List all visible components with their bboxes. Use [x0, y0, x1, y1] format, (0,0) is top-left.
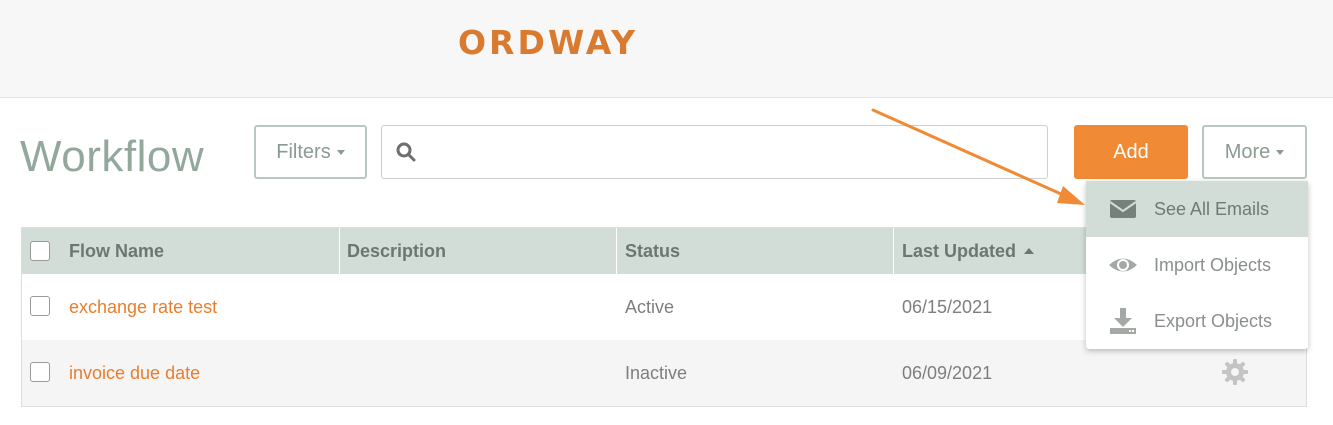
column-divider [616, 228, 617, 274]
menu-item-see-all-emails[interactable]: See All Emails [1086, 181, 1308, 237]
more-label: More [1224, 140, 1271, 163]
last-updated-cell: 06/15/2021 [902, 296, 993, 317]
ordway-logo[interactable]: ORDWAY [458, 22, 638, 62]
column-header-status[interactable]: Status [625, 228, 680, 274]
flow-name-link[interactable]: invoice due date [69, 340, 200, 406]
more-dropdown-menu: See All Emails Import Objects Export Obj… [1086, 181, 1308, 349]
menu-item-import-objects[interactable]: Import Objects [1086, 237, 1308, 293]
column-header-description[interactable]: Description [347, 228, 446, 274]
column-divider [339, 228, 340, 274]
table-row[interactable]: invoice due date Inactive 06/09/2021 [22, 340, 1306, 406]
more-button[interactable]: More [1202, 125, 1307, 179]
column-header-last-updated-label: Last Updated [902, 240, 1017, 261]
add-label: Add [1113, 140, 1149, 163]
status-cell: Active [625, 296, 675, 317]
select-all-checkbox[interactable] [30, 241, 50, 261]
logo-text: ORDWAY [458, 22, 639, 62]
search-icon [396, 142, 416, 162]
caret-down-icon [336, 149, 345, 155]
menu-item-export-objects[interactable]: Export Objects [1086, 293, 1308, 349]
sort-ascending-icon [1024, 248, 1035, 254]
column-header-last-updated[interactable]: Last Updated [902, 228, 1035, 274]
filters-label: Filters [276, 140, 331, 163]
menu-item-label: See All Emails [1154, 198, 1270, 219]
add-button[interactable]: Add [1074, 125, 1188, 179]
top-bar: ORDWAY [0, 0, 1333, 98]
gear-icon[interactable] [1219, 356, 1251, 388]
page-title: Workflow [20, 132, 205, 181]
download-icon [1110, 308, 1136, 334]
search-input[interactable] [381, 125, 1048, 179]
status-cell: Inactive [625, 362, 688, 383]
row-checkbox[interactable] [30, 296, 50, 316]
row-checkbox[interactable] [30, 362, 50, 382]
menu-item-label: Export Objects [1154, 310, 1273, 331]
column-header-flow-name[interactable]: Flow Name [69, 228, 164, 274]
envelope-icon [1109, 200, 1137, 218]
filters-button[interactable]: Filters [254, 125, 367, 179]
eye-icon [1109, 258, 1137, 272]
menu-item-label: Import Objects [1154, 254, 1272, 275]
flow-name-link[interactable]: exchange rate test [69, 274, 217, 340]
caret-down-icon [1276, 149, 1285, 155]
column-divider [893, 228, 894, 274]
last-updated-cell: 06/09/2021 [902, 362, 993, 383]
